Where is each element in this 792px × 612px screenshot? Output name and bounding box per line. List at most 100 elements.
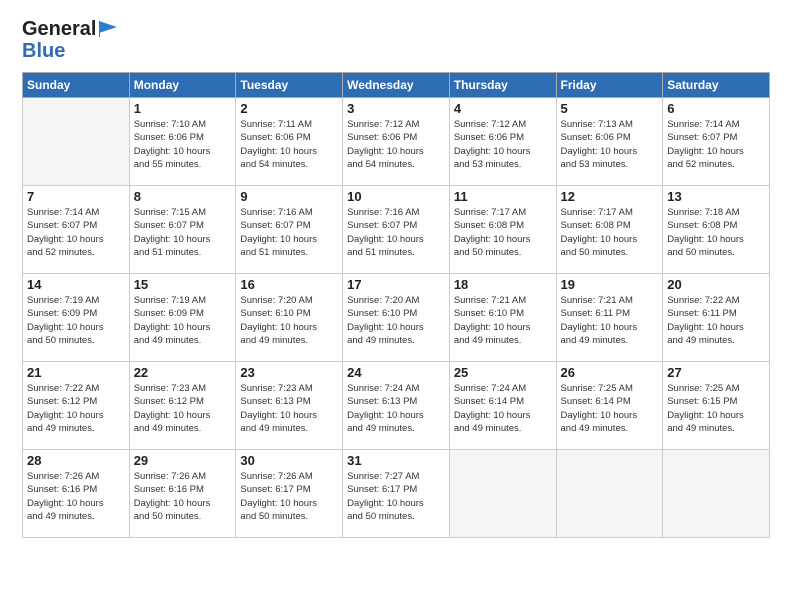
day-number: 23	[240, 365, 338, 380]
day-number: 15	[134, 277, 232, 292]
cell-info: Sunrise: 7:14 AM Sunset: 6:07 PM Dayligh…	[27, 206, 125, 259]
logo-general: General	[22, 18, 96, 40]
day-number: 2	[240, 101, 338, 116]
day-number: 26	[561, 365, 659, 380]
calendar-cell: 23 Sunrise: 7:23 AM Sunset: 6:13 PM Dayli…	[236, 362, 343, 450]
calendar-cell: 11 Sunrise: 7:17 AM Sunset: 6:08 PM Dayli…	[449, 186, 556, 274]
cell-info: Sunrise: 7:25 AM Sunset: 6:15 PM Dayligh…	[667, 382, 765, 435]
day-number: 31	[347, 453, 445, 468]
calendar-week-row: 21 Sunrise: 7:22 AM Sunset: 6:12 PM Dayli…	[23, 362, 770, 450]
calendar-week-row: 14Sunrise: 7:19 AM Sunset: 6:09 PM Dayli…	[23, 274, 770, 362]
day-number: 16	[240, 277, 338, 292]
calendar-cell: 19 Sunrise: 7:21 AM Sunset: 6:11 PM Dayli…	[556, 274, 663, 362]
cell-info: Sunrise: 7:26 AM Sunset: 6:16 PM Dayligh…	[27, 470, 125, 523]
calendar-cell: 28 Sunrise: 7:26 AM Sunset: 6:16 PM Dayli…	[23, 450, 130, 538]
logo-text-block: GeneralBlue	[22, 18, 119, 62]
cell-info: Sunrise: 7:23 AM Sunset: 6:13 PM Dayligh…	[240, 382, 338, 435]
calendar-cell: 26 Sunrise: 7:25 AM Sunset: 6:14 PM Dayli…	[556, 362, 663, 450]
cell-info: Sunrise: 7:22 AM Sunset: 6:12 PM Dayligh…	[27, 382, 125, 435]
calendar-cell	[449, 450, 556, 538]
day-number: 19	[561, 277, 659, 292]
calendar-cell: 16 Sunrise: 7:20 AM Sunset: 6:10 PM Dayli…	[236, 274, 343, 362]
day-number: 20	[667, 277, 765, 292]
flag-icon	[99, 21, 119, 37]
weekday-header: Wednesday	[343, 73, 450, 98]
weekday-header: Tuesday	[236, 73, 343, 98]
calendar-cell: 9 Sunrise: 7:16 AM Sunset: 6:07 PM Daylig…	[236, 186, 343, 274]
cell-info: Sunrise: 7:15 AM Sunset: 6:07 PM Dayligh…	[134, 206, 232, 259]
calendar-cell: 27 Sunrise: 7:25 AM Sunset: 6:15 PM Dayli…	[663, 362, 770, 450]
cell-info: Sunrise: 7:20 AM Sunset: 6:10 PM Dayligh…	[240, 294, 338, 347]
calendar-cell: 3 Sunrise: 7:12 AM Sunset: 6:06 PM Daylig…	[343, 98, 450, 186]
day-number: 3	[347, 101, 445, 116]
day-number: 4	[454, 101, 552, 116]
day-number: 6	[667, 101, 765, 116]
calendar-cell: 30 Sunrise: 7:26 AM Sunset: 6:17 PM Dayli…	[236, 450, 343, 538]
calendar-cell: 8 Sunrise: 7:15 AM Sunset: 6:07 PM Daylig…	[129, 186, 236, 274]
weekday-header: Monday	[129, 73, 236, 98]
calendar-cell: 14Sunrise: 7:19 AM Sunset: 6:09 PM Dayli…	[23, 274, 130, 362]
day-number: 21	[27, 365, 125, 380]
day-number: 11	[454, 189, 552, 204]
cell-info: Sunrise: 7:23 AM Sunset: 6:12 PM Dayligh…	[134, 382, 232, 435]
cell-info: Sunrise: 7:16 AM Sunset: 6:07 PM Dayligh…	[240, 206, 338, 259]
calendar-cell: 5Sunrise: 7:13 AM Sunset: 6:06 PM Daylig…	[556, 98, 663, 186]
day-number: 28	[27, 453, 125, 468]
calendar-cell: 21 Sunrise: 7:22 AM Sunset: 6:12 PM Dayli…	[23, 362, 130, 450]
day-number: 17	[347, 277, 445, 292]
cell-info: Sunrise: 7:21 AM Sunset: 6:11 PM Dayligh…	[561, 294, 659, 347]
calendar-week-row: 7 Sunrise: 7:14 AM Sunset: 6:07 PM Daylig…	[23, 186, 770, 274]
calendar-cell: 4 Sunrise: 7:12 AM Sunset: 6:06 PM Daylig…	[449, 98, 556, 186]
calendar-cell	[663, 450, 770, 538]
day-number: 10	[347, 189, 445, 204]
day-number: 22	[134, 365, 232, 380]
calendar-cell: 29 Sunrise: 7:26 AM Sunset: 6:16 PM Dayli…	[129, 450, 236, 538]
calendar-cell: 22 Sunrise: 7:23 AM Sunset: 6:12 PM Dayli…	[129, 362, 236, 450]
cell-info: Sunrise: 7:19 AM Sunset: 6:09 PM Dayligh…	[27, 294, 125, 347]
logo: GeneralBlue	[22, 18, 119, 62]
cell-info: Sunrise: 7:26 AM Sunset: 6:17 PM Dayligh…	[240, 470, 338, 523]
cell-info: Sunrise: 7:10 AM Sunset: 6:06 PM Dayligh…	[134, 118, 232, 171]
calendar-cell: 2 Sunrise: 7:11 AM Sunset: 6:06 PM Daylig…	[236, 98, 343, 186]
calendar-cell: 10Sunrise: 7:16 AM Sunset: 6:07 PM Dayli…	[343, 186, 450, 274]
calendar-table: SundayMondayTuesdayWednesdayThursdayFrid…	[22, 72, 770, 538]
calendar-cell: 20Sunrise: 7:22 AM Sunset: 6:11 PM Dayli…	[663, 274, 770, 362]
cell-info: Sunrise: 7:13 AM Sunset: 6:06 PM Dayligh…	[561, 118, 659, 171]
header: GeneralBlue	[22, 18, 770, 62]
calendar-cell	[23, 98, 130, 186]
day-number: 18	[454, 277, 552, 292]
day-number: 1	[134, 101, 232, 116]
calendar-week-row: 28 Sunrise: 7:26 AM Sunset: 6:16 PM Dayli…	[23, 450, 770, 538]
cell-info: Sunrise: 7:17 AM Sunset: 6:08 PM Dayligh…	[454, 206, 552, 259]
cell-info: Sunrise: 7:18 AM Sunset: 6:08 PM Dayligh…	[667, 206, 765, 259]
weekday-header: Friday	[556, 73, 663, 98]
calendar-cell: 7 Sunrise: 7:14 AM Sunset: 6:07 PM Daylig…	[23, 186, 130, 274]
page: GeneralBlue SundayMondayTuesdayWednesday…	[0, 0, 792, 612]
calendar-cell: 6 Sunrise: 7:14 AM Sunset: 6:07 PM Daylig…	[663, 98, 770, 186]
cell-info: Sunrise: 7:25 AM Sunset: 6:14 PM Dayligh…	[561, 382, 659, 435]
day-number: 24	[347, 365, 445, 380]
calendar-cell: 31 Sunrise: 7:27 AM Sunset: 6:17 PM Dayli…	[343, 450, 450, 538]
calendar-cell: 24Sunrise: 7:24 AM Sunset: 6:13 PM Dayli…	[343, 362, 450, 450]
cell-info: Sunrise: 7:26 AM Sunset: 6:16 PM Dayligh…	[134, 470, 232, 523]
calendar-cell: 17 Sunrise: 7:20 AM Sunset: 6:10 PM Dayli…	[343, 274, 450, 362]
cell-info: Sunrise: 7:27 AM Sunset: 6:17 PM Dayligh…	[347, 470, 445, 523]
day-number: 7	[27, 189, 125, 204]
weekday-header: Saturday	[663, 73, 770, 98]
cell-info: Sunrise: 7:12 AM Sunset: 6:06 PM Dayligh…	[347, 118, 445, 171]
day-number: 9	[240, 189, 338, 204]
weekday-header: Sunday	[23, 73, 130, 98]
cell-info: Sunrise: 7:21 AM Sunset: 6:10 PM Dayligh…	[454, 294, 552, 347]
cell-info: Sunrise: 7:20 AM Sunset: 6:10 PM Dayligh…	[347, 294, 445, 347]
day-number: 8	[134, 189, 232, 204]
calendar-cell: 25Sunrise: 7:24 AM Sunset: 6:14 PM Dayli…	[449, 362, 556, 450]
cell-info: Sunrise: 7:11 AM Sunset: 6:06 PM Dayligh…	[240, 118, 338, 171]
day-number: 27	[667, 365, 765, 380]
weekday-header-row: SundayMondayTuesdayWednesdayThursdayFrid…	[23, 73, 770, 98]
cell-info: Sunrise: 7:14 AM Sunset: 6:07 PM Dayligh…	[667, 118, 765, 171]
day-number: 29	[134, 453, 232, 468]
cell-info: Sunrise: 7:12 AM Sunset: 6:06 PM Dayligh…	[454, 118, 552, 171]
day-number: 25	[454, 365, 552, 380]
day-number: 30	[240, 453, 338, 468]
logo-blue: Blue	[22, 40, 119, 62]
